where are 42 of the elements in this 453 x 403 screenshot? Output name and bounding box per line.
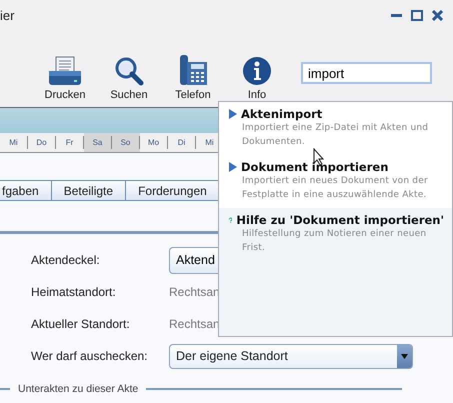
field-label: Aktueller Standort: <box>31 317 131 331</box>
suggestion-title: Hilfe zu 'Dokument importieren' <box>236 213 444 227</box>
toolbar-button[interactable]: Info <box>225 54 289 101</box>
search-field[interactable]: import <box>301 62 432 84</box>
suggestion-description: Importiert ein neues Dokument von der Festplatte in eine auszuwählende Akte. <box>241 175 429 202</box>
day-cell: Do <box>28 133 56 152</box>
suggestion-description: Importiert eine Zip-Datei mit Akten und Dokumenten. <box>241 122 430 149</box>
toolbar-button[interactable]: Drucken <box>33 54 97 101</box>
day-cell: Mo <box>140 133 168 152</box>
suggestion-title: Aktenimport <box>241 107 322 121</box>
minimize-icon[interactable] <box>391 14 402 16</box>
suggestion-item[interactable]: Dokument importieren Importiert ein neues Dokument von der Festplatte in eine auszuwählende Akte. <box>219 155 452 208</box>
printer-icon <box>48 56 82 86</box>
suggestion-description: Hilfestellung zum Notieren einer neuen Frist. <box>241 228 428 255</box>
day-cell: Mi <box>0 133 28 152</box>
day-cell: So <box>112 133 140 152</box>
telephone-icon <box>178 54 208 86</box>
day-cell: Sa <box>84 133 112 152</box>
tab[interactable]: fgaben <box>0 180 52 201</box>
caret-icon <box>401 354 408 358</box>
window-title: ier <box>0 8 14 22</box>
tab[interactable]: Forderungen <box>126 180 220 201</box>
section-title: Unterakten zu dieser Akte <box>18 383 138 395</box>
info-icon <box>242 56 272 86</box>
suggestion-item[interactable]: Hilfe zu 'Dokument importieren' Hilfestellung zum Notieren einer neuen Frist. <box>219 208 452 336</box>
day-cell: Di <box>168 133 196 152</box>
toolbar-button[interactable]: Suchen <box>97 54 161 101</box>
field-value: Rechtsan <box>169 285 220 299</box>
suggestion-title: Dokument importieren <box>241 160 388 174</box>
close-icon[interactable] <box>432 10 443 20</box>
triangle-icon <box>229 162 237 172</box>
cover-button[interactable]: Aktend <box>169 246 218 274</box>
field-label: Wer darf auschecken: <box>31 349 149 363</box>
maximize-icon[interactable] <box>411 10 423 20</box>
triangle-icon <box>229 109 237 119</box>
field-label: Aktendeckel: <box>31 253 101 267</box>
search-icon <box>114 56 144 86</box>
dropdown[interactable]: Der eigene Standort <box>169 344 413 368</box>
tab[interactable]: Beteiligte <box>52 180 126 201</box>
toolbar-button[interactable]: Telefon <box>161 54 225 101</box>
field-value: Rechtsan <box>169 317 220 331</box>
field-label: Heimatstandort: <box>31 285 117 299</box>
